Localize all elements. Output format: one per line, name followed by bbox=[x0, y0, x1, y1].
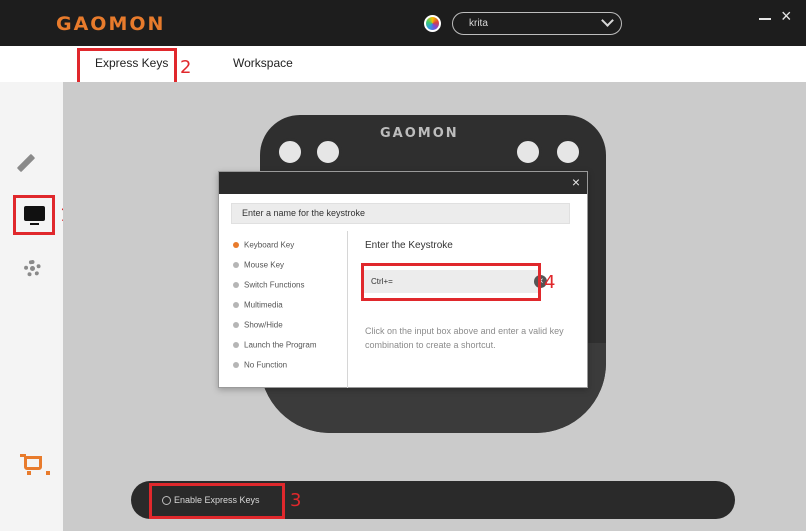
title-bar: GAOMON krita × bbox=[0, 0, 806, 46]
option-switch-functions[interactable]: Switch Functions bbox=[233, 280, 304, 289]
annotation-box-4 bbox=[361, 263, 541, 301]
radio-dot-icon bbox=[233, 321, 239, 328]
option-multimedia[interactable]: Multimedia bbox=[233, 300, 283, 309]
radio-dot-icon bbox=[233, 241, 239, 248]
close-window-button[interactable]: × bbox=[781, 7, 792, 25]
tablet-express-key-2[interactable] bbox=[314, 138, 342, 166]
keystroke-panel: Enter the Keystroke Ctrl+= × Click on th… bbox=[349, 231, 587, 388]
monitor-base bbox=[30, 223, 39, 225]
minimize-button[interactable] bbox=[759, 18, 771, 20]
brand-logo: GAOMON bbox=[56, 13, 166, 35]
radio-dot-icon bbox=[233, 261, 239, 268]
option-launch-program[interactable]: Launch the Program bbox=[233, 340, 317, 349]
tab-workspace[interactable]: Workspace bbox=[233, 56, 293, 70]
radio-dot-icon bbox=[233, 341, 239, 348]
tablet-logo: GAOMON bbox=[380, 126, 459, 141]
sidebar: 1 bbox=[0, 82, 71, 531]
annotation-box-2 bbox=[77, 48, 177, 85]
dialog-close-button[interactable]: × bbox=[572, 174, 580, 190]
tablet-express-key-1[interactable] bbox=[276, 138, 304, 166]
dialog-header: × bbox=[219, 172, 587, 194]
keystroke-hint: Click on the input box above and enter a… bbox=[365, 326, 564, 350]
monitor-icon bbox=[24, 206, 45, 221]
radio-dot-icon bbox=[233, 301, 239, 308]
function-type-list: Keyboard Key Mouse Key Switch Functions … bbox=[219, 231, 348, 388]
annotation-label-3: 3 bbox=[290, 490, 302, 511]
display-settings-button[interactable] bbox=[13, 195, 55, 235]
pen-icon[interactable] bbox=[16, 153, 36, 173]
application-select[interactable]: krita bbox=[452, 12, 622, 35]
cart-icon[interactable] bbox=[20, 454, 50, 475]
keystroke-name-input[interactable]: Enter a name for the keystroke bbox=[231, 203, 570, 224]
option-mouse-key[interactable]: Mouse Key bbox=[233, 260, 284, 269]
annotation-label-4: 4 bbox=[544, 272, 556, 293]
option-no-function[interactable]: No Function bbox=[233, 360, 287, 369]
app-window: GAOMON krita × Express Keys Workspace 2 … bbox=[0, 0, 806, 531]
application-select-value: krita bbox=[469, 18, 488, 29]
tablet-express-key-3[interactable] bbox=[514, 138, 542, 166]
gear-icon[interactable] bbox=[24, 260, 41, 277]
radio-dot-icon bbox=[233, 361, 239, 368]
annotation-box-3 bbox=[149, 483, 285, 519]
chevron-down-icon bbox=[601, 14, 614, 27]
annotation-label-2: 2 bbox=[180, 57, 192, 78]
tablet-express-key-4[interactable] bbox=[554, 138, 582, 166]
radio-dot-icon bbox=[233, 281, 239, 288]
option-show-hide[interactable]: Show/Hide bbox=[233, 320, 283, 329]
keystroke-panel-title: Enter the Keystroke bbox=[365, 240, 453, 251]
option-keyboard-key[interactable]: Keyboard Key bbox=[233, 240, 294, 249]
app-icon bbox=[424, 15, 441, 32]
